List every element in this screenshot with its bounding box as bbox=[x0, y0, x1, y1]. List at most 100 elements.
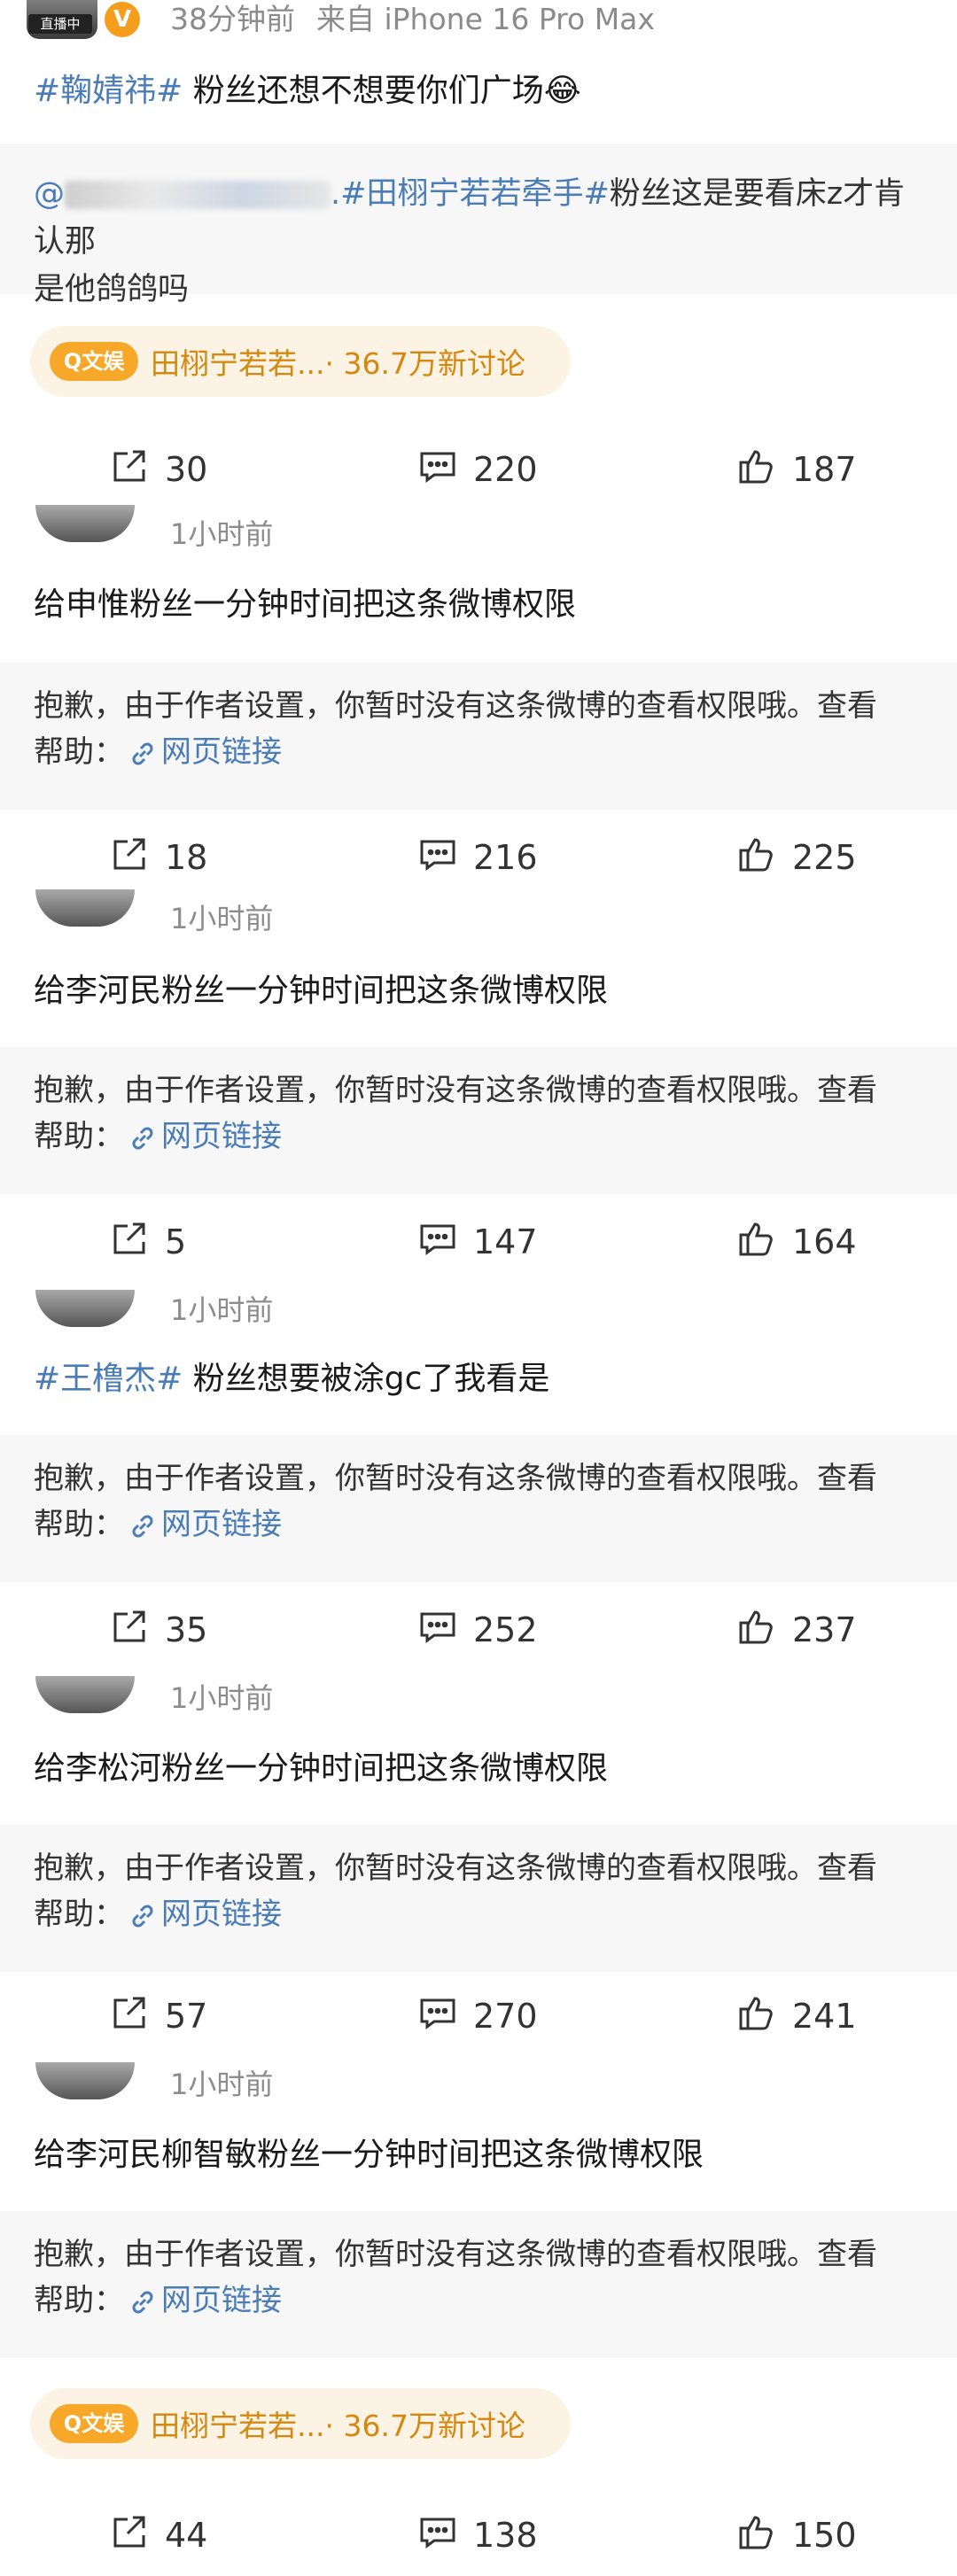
like-count: 187 bbox=[792, 450, 857, 489]
comment-text: 给李河民柳智敏粉丝一分钟时间把这条微博权限 bbox=[34, 2137, 704, 2173]
share-count: 18 bbox=[165, 838, 208, 877]
comment-button[interactable]: 252 bbox=[416, 1594, 538, 1665]
verified-icon: V bbox=[105, 2, 140, 37]
share-button[interactable]: 44 bbox=[108, 2500, 207, 2571]
quote-tag[interactable]: .#田栩宁若若牵手# bbox=[331, 176, 610, 212]
action-bar: 57 270 241 bbox=[0, 1981, 957, 2052]
comment-avatar[interactable] bbox=[35, 1290, 135, 1327]
share-count: 30 bbox=[165, 450, 208, 489]
action-bar: 30 220 187 bbox=[0, 434, 957, 505]
web-link[interactable]: 网页链接 bbox=[161, 1897, 282, 1932]
link-icon bbox=[124, 734, 161, 770]
author-avatar[interactable]: 直播中 bbox=[27, 0, 97, 39]
topic-text: 田栩宁若若...· 36.7万新讨论 bbox=[151, 2409, 525, 2443]
share-icon bbox=[108, 1991, 165, 2042]
comment-avatar[interactable] bbox=[35, 1676, 135, 1713]
web-link[interactable]: 网页链接 bbox=[161, 2283, 282, 2318]
notice-line1: 抱歉，由于作者设置，你暂时没有这条微博的查看权限哦。查看 bbox=[34, 1073, 877, 1108]
comment-button[interactable]: 138 bbox=[416, 2500, 538, 2571]
comment-body: 粉丝想要被涂gc了我看是 bbox=[183, 1361, 550, 1397]
like-count: 150 bbox=[792, 2516, 857, 2555]
comment-avatar[interactable] bbox=[35, 889, 135, 927]
like-button[interactable]: 150 bbox=[735, 2500, 857, 2571]
comment-icon bbox=[416, 2510, 473, 2561]
comment-avatar[interactable] bbox=[35, 505, 135, 542]
topic-pill[interactable]: Q文娱 田栩宁若若...· 36.7万新讨论 bbox=[30, 326, 571, 397]
notice-help-label: 帮助： bbox=[34, 1897, 124, 1932]
comment-time: 1小时前 bbox=[170, 1293, 274, 1327]
like-icon bbox=[735, 1217, 792, 1268]
like-count: 241 bbox=[792, 1997, 857, 2036]
comment-time: 1小时前 bbox=[170, 1681, 274, 1715]
share-icon bbox=[108, 445, 165, 495]
notice-help-label: 帮助： bbox=[34, 734, 124, 770]
notice-help-label: 帮助： bbox=[34, 1507, 124, 1542]
comment-icon bbox=[416, 445, 473, 495]
comment-count: 252 bbox=[473, 1610, 538, 1649]
comment-tag[interactable]: #王橹杰# bbox=[34, 1361, 183, 1397]
comment-avatar[interactable] bbox=[35, 2062, 135, 2099]
action-bar: 44 138 150 bbox=[0, 2500, 957, 2571]
topic-logo-icon: Q文娱 bbox=[50, 2404, 138, 2443]
action-bar: 18 216 225 bbox=[0, 822, 957, 893]
notice-help-label: 帮助： bbox=[34, 1119, 124, 1154]
share-button[interactable]: 30 bbox=[108, 434, 207, 505]
notice-line2: 帮助： 网页链接 bbox=[34, 2278, 282, 2323]
comment-count: 220 bbox=[473, 450, 538, 489]
quote-line2: 是他鸽鸽吗 bbox=[34, 272, 190, 307]
notice-line2: 帮助： 网页链接 bbox=[34, 1892, 282, 1936]
post-tag[interactable]: #鞠婧祎# bbox=[34, 73, 183, 109]
comment-time: 1小时前 bbox=[170, 2068, 274, 2101]
like-button[interactable]: 237 bbox=[735, 1594, 857, 1665]
share-button[interactable]: 35 bbox=[108, 1594, 207, 1665]
comment-time: 1小时前 bbox=[170, 902, 274, 935]
notice-line1: 抱歉，由于作者设置，你暂时没有这条微博的查看权限哦。查看 bbox=[34, 688, 877, 724]
live-badge: 直播中 bbox=[28, 14, 92, 34]
post-source: 来自 iPhone 16 Pro Max bbox=[316, 2, 655, 36]
share-icon bbox=[108, 1605, 165, 1656]
share-count: 44 bbox=[165, 2516, 208, 2555]
comment-count: 138 bbox=[473, 2516, 538, 2555]
post-time: 38分钟前 bbox=[170, 2, 295, 36]
topic-pill-bottom[interactable]: Q文娱 田栩宁若若...· 36.7万新讨论 bbox=[30, 2388, 571, 2459]
comment-button[interactable]: 220 bbox=[416, 434, 538, 505]
action-bar: 5 147 164 bbox=[0, 1207, 957, 1277]
share-count: 5 bbox=[165, 1222, 187, 1261]
notice-line1: 抱歉，由于作者设置，你暂时没有这条微博的查看权限哦。查看 bbox=[34, 2237, 877, 2272]
comment-time: 1小时前 bbox=[170, 517, 274, 551]
share-button[interactable]: 5 bbox=[108, 1207, 186, 1277]
link-icon bbox=[124, 1507, 161, 1542]
like-count: 164 bbox=[792, 1222, 857, 1261]
post-text: #鞠婧祎# 粉丝还想不想要你们广场😂 bbox=[34, 69, 581, 113]
like-button[interactable]: 241 bbox=[735, 1981, 857, 2052]
topic-text: 田栩宁若若...· 36.7万新讨论 bbox=[151, 346, 525, 381]
comment-count: 147 bbox=[473, 1222, 538, 1261]
comment-button[interactable]: 270 bbox=[416, 1981, 538, 2052]
blurred-username bbox=[65, 181, 331, 209]
web-link[interactable]: 网页链接 bbox=[161, 1119, 282, 1154]
like-button[interactable]: 225 bbox=[735, 822, 857, 893]
like-icon bbox=[735, 2510, 792, 2561]
share-button[interactable]: 57 bbox=[108, 1981, 207, 2052]
notice-help-label: 帮助： bbox=[34, 2283, 124, 2318]
comment-count: 216 bbox=[473, 838, 538, 877]
topic-logo-icon: Q文娱 bbox=[50, 342, 138, 381]
comment-button[interactable]: 147 bbox=[416, 1207, 538, 1277]
notice-line1: 抱歉，由于作者设置，你暂时没有这条微博的查看权限哦。查看 bbox=[34, 1461, 877, 1496]
quoted-text: @ .#田栩宁若若牵手#粉丝这是要看床z才肯认那 是他鸽鸽吗 bbox=[34, 170, 929, 314]
like-icon bbox=[735, 445, 792, 495]
web-link[interactable]: 网页链接 bbox=[161, 1507, 282, 1542]
post-meta: 38分钟前 来自 iPhone 16 Pro Max bbox=[170, 0, 676, 39]
comment-text: 给李松河粉丝一分钟时间把这条微博权限 bbox=[34, 1750, 609, 1787]
like-button[interactable]: 164 bbox=[735, 1207, 857, 1277]
comment-icon bbox=[416, 833, 473, 883]
web-link[interactable]: 网页链接 bbox=[161, 734, 282, 770]
share-button[interactable]: 18 bbox=[108, 822, 207, 893]
link-icon bbox=[124, 2283, 161, 2318]
comment-button[interactable]: 216 bbox=[416, 822, 538, 893]
like-button[interactable]: 187 bbox=[735, 434, 857, 505]
comment-icon bbox=[416, 1991, 473, 2042]
share-icon bbox=[108, 2510, 165, 2561]
like-icon bbox=[735, 833, 792, 883]
quote-mention[interactable]: @ bbox=[34, 176, 65, 212]
